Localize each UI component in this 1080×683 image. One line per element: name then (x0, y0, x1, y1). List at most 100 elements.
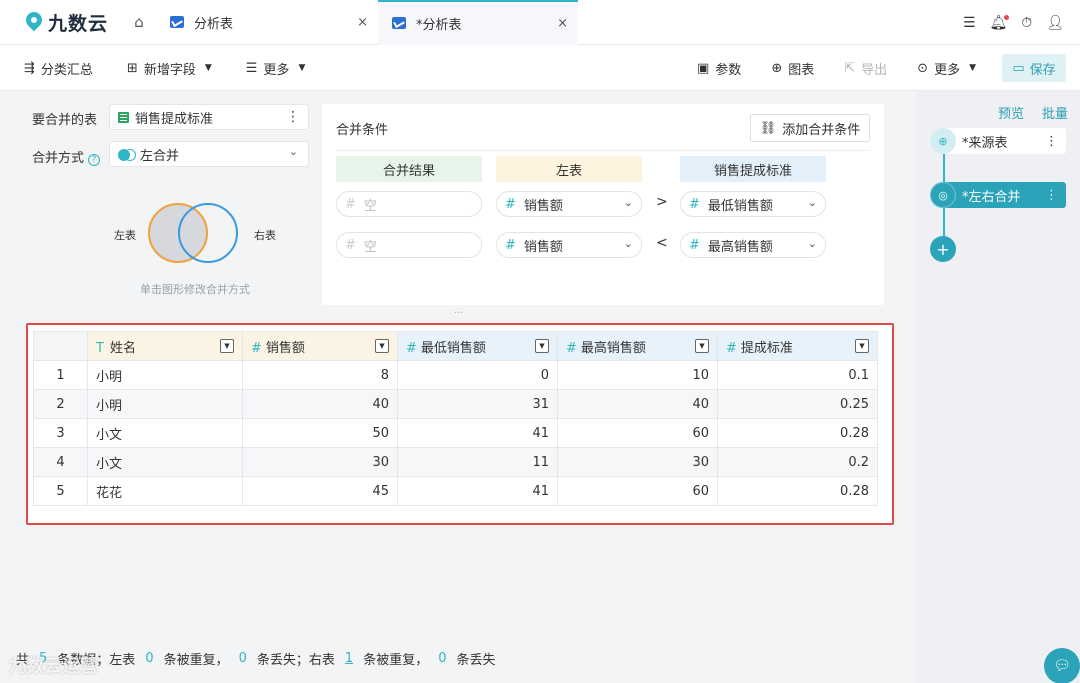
venn-right-circle[interactable] (178, 203, 238, 263)
cell-name[interactable]: 小明 (87, 389, 243, 419)
column-menu-icon[interactable]: ▼ (375, 339, 389, 353)
cell-commission[interactable]: 0.25 (717, 389, 878, 419)
index-header (33, 331, 88, 361)
bell-icon[interactable]: 🔔︎ (990, 14, 1010, 31)
cell-min-sales[interactable]: 11 (397, 447, 558, 477)
cell-commission[interactable]: 0.28 (717, 418, 878, 448)
close-icon[interactable]: × (557, 16, 568, 31)
cell-min-sales[interactable]: 41 (397, 476, 558, 506)
chat-support-button[interactable]: 💬︎ (1044, 648, 1080, 683)
column-header-min-sales[interactable]: # 最低销售额 ▼ (397, 331, 558, 361)
right-field-select-1[interactable]: # 最低销售额 ⌄ (680, 191, 826, 217)
column-menu-icon[interactable]: ▼ (220, 339, 234, 353)
more-left-button[interactable]: ☰ 更多 ▼ (246, 59, 306, 78)
column-menu-icon[interactable]: ▼ (695, 339, 709, 353)
resize-handle[interactable]: ··· (454, 308, 464, 319)
cell-sales[interactable]: 45 (242, 476, 398, 506)
number-field-icon: # (345, 237, 356, 253)
cell-max-sales[interactable]: 60 (557, 476, 718, 506)
chevron-down-icon: ⌄ (807, 196, 817, 209)
column-header-max-sales[interactable]: # 最高销售额 ▼ (557, 331, 718, 361)
user-icon[interactable]: 👤︎ (1046, 15, 1064, 31)
result-table-frame: T 姓名 ▼ # 销售额 ▼ # 最低销售额 ▼ # 最高销售额 ▼ # 提成标… (26, 323, 894, 525)
cell-commission[interactable]: 0.2 (717, 447, 878, 477)
cell-max-sales[interactable]: 60 (557, 418, 718, 448)
right-field-select-2[interactable]: # 最高销售额 ⌄ (680, 232, 826, 258)
caret-down-icon: ▼ (204, 63, 212, 73)
merge-table-select[interactable]: 销售提成标准 ⋮ (109, 104, 309, 130)
operator-select-2[interactable]: < (656, 235, 668, 251)
list-icon[interactable]: ☰ (963, 15, 976, 31)
column-header-commission[interactable]: # 提成标准 ▼ (717, 331, 878, 361)
add-field-button[interactable]: ⊞ 新增字段 ▼ (127, 59, 212, 78)
merge-method-select[interactable]: 左合并 ⌄ (109, 141, 309, 167)
caret-down-icon: ▼ (298, 63, 306, 73)
more-vertical-icon[interactable]: ⋮ (1045, 188, 1058, 203)
cell-sales[interactable]: 50 (242, 418, 398, 448)
flow-node-join[interactable]: ◎ *左右合并 ⋮ (930, 182, 1066, 208)
cell-max-sales[interactable]: 30 (557, 447, 718, 477)
more-right-button[interactable]: ⊙ 更多 ▼ (917, 59, 976, 78)
column-menu-icon[interactable]: ▼ (855, 339, 869, 353)
cell-sales[interactable]: 30 (242, 447, 398, 477)
cell-commission[interactable]: 0.1 (717, 360, 878, 390)
tab-analysis-2-active[interactable]: *分析表 × (378, 0, 578, 45)
tab-label: 分析表 (194, 16, 234, 32)
timer-icon[interactable]: ⏱ (1021, 15, 1032, 31)
flow-node-source[interactable]: ⊕ *来源表 ⋮ (930, 128, 1066, 154)
add-condition-button[interactable]: ⛓ 添加合并条件 (750, 114, 870, 142)
plus-icon: + (936, 239, 950, 259)
cell-min-sales[interactable]: 31 (397, 389, 558, 419)
left-field-select-2[interactable]: # 销售额 ⌄ (496, 232, 642, 258)
params-button[interactable]: ▣ 参数 (697, 59, 741, 78)
add-step-button[interactable]: + (930, 236, 956, 262)
result-field-2[interactable]: # 空 (336, 232, 482, 258)
chart-button[interactable]: ⊕ 图表 (771, 59, 814, 78)
help-icon[interactable]: ? (88, 154, 101, 166)
cell-max-sales[interactable]: 40 (557, 389, 718, 419)
cell-sales[interactable]: 40 (242, 389, 398, 419)
cell-min-sales[interactable]: 0 (397, 360, 558, 390)
cell-name[interactable]: 小文 (87, 447, 243, 477)
column-menu-icon[interactable]: ▼ (535, 339, 549, 353)
cell-commission[interactable]: 0.28 (717, 476, 878, 506)
cell-max-sales[interactable]: 10 (557, 360, 718, 390)
cell-name[interactable]: 小明 (87, 360, 243, 390)
right-dup-count-link[interactable]: 1 (345, 651, 353, 666)
batch-link[interactable]: 批量 (1042, 103, 1068, 122)
left-field-select-1[interactable]: # 销售额 ⌄ (496, 191, 642, 217)
more-vertical-icon[interactable]: ⋮ (1045, 134, 1058, 149)
number-field-icon: # (689, 237, 700, 253)
venn-diagram[interactable] (148, 203, 240, 263)
cell-name[interactable]: 花花 (87, 476, 243, 506)
result-field-1[interactable]: # 空 (336, 191, 482, 217)
chart-table-icon (392, 17, 406, 29)
more-vertical-icon[interactable]: ⋮ (286, 109, 300, 125)
venn-hint: 单击图形修改合并方式 (140, 283, 250, 296)
close-icon[interactable]: × (357, 15, 368, 30)
number-field-icon: # (251, 340, 262, 356)
column-header-name[interactable]: T 姓名 ▼ (87, 331, 243, 361)
tab-analysis-1[interactable]: 分析表 × (156, 0, 378, 45)
group-summary-button[interactable]: ⇶ 分类汇总 (24, 59, 93, 78)
column-header-sales[interactable]: # 销售额 ▼ (242, 331, 398, 361)
operator-select-1[interactable]: > (656, 194, 668, 210)
cell-sales[interactable]: 8 (242, 360, 398, 390)
merge-config: 要合并的表 销售提成标准 ⋮ 合并方式? 左合并 ⌄ 左表 右表 单击图形修改合… (16, 101, 916, 319)
row-index: 4 (33, 447, 88, 477)
add-field-icon: ⊞ (126, 60, 138, 76)
conditions-title: 合并条件 (336, 123, 389, 138)
cell-min-sales[interactable]: 41 (397, 418, 558, 448)
watermark: 九数云运营 (8, 656, 98, 677)
table-icon (118, 111, 129, 123)
app-logo[interactable]: 九数云 (0, 0, 122, 45)
export-button[interactable]: ⇱ 导出 (844, 59, 887, 78)
chevron-down-icon: ⌄ (623, 196, 633, 209)
table-row: 1 小明 8 0 10 0.1 (33, 360, 878, 390)
export-icon: ⇱ (844, 60, 856, 76)
cell-name[interactable]: 小文 (87, 418, 243, 448)
save-button[interactable]: ▭ 保存 (1002, 54, 1066, 82)
home-button[interactable]: ⌂ (122, 0, 156, 45)
header-left-table: 左表 (496, 156, 642, 182)
preview-link[interactable]: 预览 (998, 103, 1024, 122)
